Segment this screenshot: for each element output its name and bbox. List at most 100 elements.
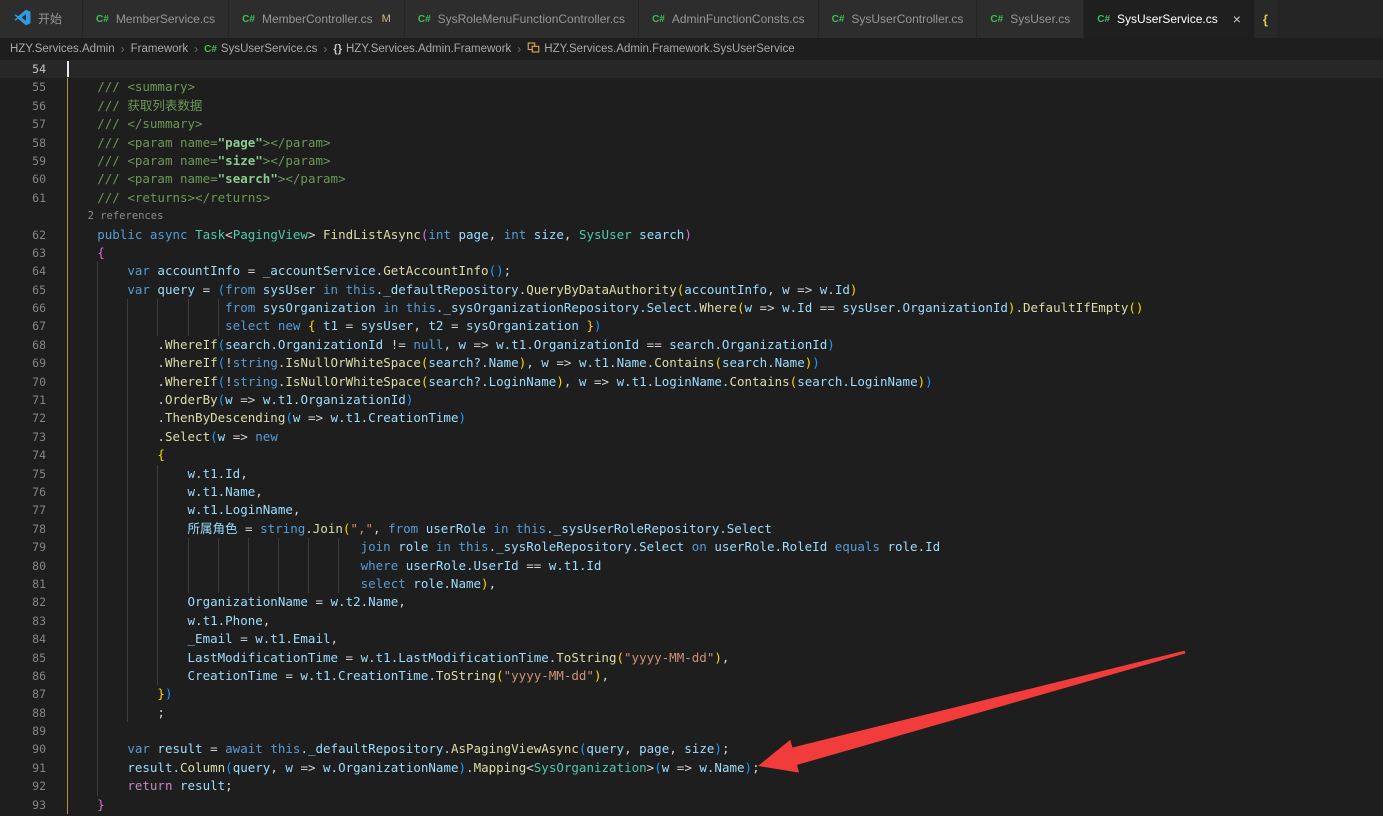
code-line[interactable]: 85 LastModificationTime = w.t1.LastModif… [0, 649, 1383, 667]
code-text: select new { t1 = sysUser, t2 = sysOrgan… [37, 317, 602, 335]
breadcrumb-item[interactable]: {}HZY.Services.Admin.Framework [333, 43, 511, 55]
code-line[interactable]: 55 /// <summary> [0, 78, 1383, 96]
tab-SysRoleMenuFunctionController.cs[interactable]: C#SysRoleMenuFunctionController.cs [405, 0, 639, 38]
code-text: var accountInfo = _accountService.GetAcc… [37, 262, 511, 280]
tab-MemberService.cs[interactable]: C# MemberService.cs [83, 0, 229, 38]
code-line[interactable]: 69 .WhereIf(!string.IsNullOrWhiteSpace(s… [0, 354, 1383, 372]
code-text: w.t1.LoginName, [37, 501, 300, 519]
code-text: .ThenByDescending(w => w.t1.CreationTime… [37, 409, 466, 427]
code-text: var result = await this._defaultReposito… [37, 740, 729, 758]
code-text: w.t1.Name, [37, 483, 263, 501]
breadcrumb-item[interactable]: HZY.Services.Admin [10, 43, 115, 55]
csharp-file-icon: C# [96, 14, 109, 25]
code-line[interactable]: 78 所属角色 = string.Join(",", from userRole… [0, 520, 1383, 538]
breadcrumb-item[interactable]: Framework [131, 43, 189, 55]
tab-MemberController.cs[interactable]: C#MemberController.csM [229, 0, 405, 38]
code-line[interactable]: 64 var accountInfo = _accountService.Get… [0, 262, 1383, 280]
code-line[interactable]: 61 /// <returns></returns> [0, 189, 1383, 207]
tab-SysUser.cs[interactable]: C# SysUser.cs [977, 0, 1084, 38]
code-text: LastModificationTime = w.t1.LastModifica… [37, 649, 729, 667]
tab-AdminFunctionConsts.cs[interactable]: C#AdminFunctionConsts.cs [639, 0, 819, 38]
code-line[interactable]: 63 { [0, 244, 1383, 262]
code-line[interactable]: 86 CreationTime = w.t1.CreationTime.ToSt… [0, 667, 1383, 685]
tab-label: MemberService.cs [116, 0, 215, 38]
code-text: }) [37, 685, 172, 703]
code-line[interactable]: 60 /// <param name="search"></param> [0, 170, 1383, 188]
window: 开始 C# MemberService.cs C#MemberController.c… [0, 0, 1383, 816]
code-text: 所属角色 = string.Join(",", from userRole in… [37, 520, 772, 538]
code-line[interactable]: 92 return result; [0, 777, 1383, 795]
csharp-file-icon: C# [832, 14, 845, 25]
code-line[interactable]: 77 w.t1.LoginName, [0, 501, 1383, 519]
code-line[interactable]: 70 .WhereIf(!string.IsNullOrWhiteSpace(s… [0, 373, 1383, 391]
code-text: /// <param name="page"></param> [37, 134, 331, 152]
code-line[interactable]: 58 /// <param name="page"></param> [0, 134, 1383, 152]
tab-开始[interactable]: 开始 [0, 0, 83, 38]
code-text: public async Task<PagingView> FindListAs… [37, 226, 692, 244]
code-line[interactable]: 83 w.t1.Phone, [0, 612, 1383, 630]
code-line[interactable]: 82 OrganizationName = w.t2.Name, [0, 593, 1383, 611]
code-line[interactable]: 81 select role.Name), [0, 575, 1383, 593]
code-line[interactable]: 88 ; [0, 704, 1383, 722]
code-line[interactable]: 90 var result = await this._defaultRepos… [0, 740, 1383, 758]
code-line[interactable]: 73 .Select(w => new [0, 428, 1383, 446]
code-text: } [37, 796, 105, 814]
code-line[interactable]: 66 from sysOrganization in this._sysOrga… [0, 299, 1383, 317]
breadcrumb-item[interactable]: C#SysUserService.cs [204, 43, 317, 55]
tab-label: SysUserService.cs [1117, 0, 1218, 38]
codelens-references[interactable]: 2 references [37, 207, 163, 225]
code-line[interactable]: 93 } [0, 796, 1383, 814]
code-line[interactable]: 54 [0, 60, 1383, 78]
breadcrumb-item[interactable]: HZY.Services.Admin.Framework.SysUserServ… [527, 41, 794, 57]
code-line[interactable]: 62 public async Task<PagingView> FindLis… [0, 226, 1383, 244]
code-text: return result; [37, 777, 233, 795]
tab-partial[interactable]: { [1255, 0, 1278, 38]
tab-bar: 开始 C# MemberService.cs C#MemberController.c… [0, 0, 1383, 38]
code-line[interactable]: 56 /// 获取列表数据 [0, 97, 1383, 115]
csharp-file-icon: C# [990, 14, 1003, 25]
tab-SysUserService.cs[interactable]: C#SysUserService.cs× [1084, 0, 1255, 38]
codelens-row[interactable]: 2 references [0, 207, 1383, 225]
code-line[interactable]: 74 { [0, 446, 1383, 464]
tab-label: SysUserController.cs [851, 0, 963, 38]
code-line[interactable]: 75 w.t1.Id, [0, 465, 1383, 483]
tab-close-icon[interactable]: × [1233, 11, 1241, 27]
code-line[interactable]: 68 .WhereIf(search.OrganizationId != nul… [0, 336, 1383, 354]
code-text: /// <param name="search"></param> [37, 170, 346, 188]
breadcrumb-label: HZY.Services.Admin.Framework [346, 43, 511, 55]
code-line[interactable]: 80 where userRole.UserId == w.t1.Id [0, 557, 1383, 575]
code-text: select role.Name), [37, 575, 496, 593]
code-line[interactable]: 57 /// </summary> [0, 115, 1383, 133]
code-text: .WhereIf(search.OrganizationId != null, … [37, 336, 835, 354]
code-text: .WhereIf(!string.IsNullOrWhiteSpace(sear… [37, 354, 820, 372]
code-line[interactable]: 76 w.t1.Name, [0, 483, 1383, 501]
code-line[interactable]: 87 }) [0, 685, 1383, 703]
code-line[interactable]: 71 .OrderBy(w => w.t1.OrganizationId) [0, 391, 1383, 409]
tab-label: SysUser.cs [1010, 0, 1070, 38]
code-text: ; [37, 704, 165, 722]
code-text: join role in this._sysRoleRepository.Sel… [37, 538, 940, 556]
code-text: w.t1.Id, [37, 465, 248, 483]
code-line[interactable]: 91 result.Column(query, w => w.Organizat… [0, 759, 1383, 777]
code-text: from sysOrganization in this._sysOrganiz… [37, 299, 1143, 317]
code-line[interactable]: 65 var query = (from sysUser in this._de… [0, 281, 1383, 299]
code-line[interactable]: 72 .ThenByDescending(w => w.t1.CreationT… [0, 409, 1383, 427]
code-line[interactable]: 84 _Email = w.t1.Email, [0, 630, 1383, 648]
code-line[interactable]: 67 select new { t1 = sysUser, t2 = sysOr… [0, 317, 1383, 335]
code-editor[interactable]: 5455 /// <summary>56 /// 获取列表数据57 /// </… [0, 60, 1383, 816]
class-symbol-icon [527, 41, 540, 57]
json-file-icon: { [1263, 12, 1268, 27]
code-line[interactable]: 59 /// <param name="size"></param> [0, 152, 1383, 170]
breadcrumb-label: HZY.Services.Admin.Framework.SysUserServ… [544, 43, 794, 55]
tab-SysUserController.cs[interactable]: C# SysUserController.cs [819, 0, 978, 38]
code-line[interactable]: 89 [0, 722, 1383, 740]
cursor-caret [67, 61, 69, 77]
tab-modified-badge: M [382, 13, 391, 25]
code-line[interactable]: 79 join role in this._sysRoleRepository.… [0, 538, 1383, 556]
code-text: /// <returns></returns> [37, 189, 270, 207]
code-text: CreationTime = w.t1.CreationTime.ToStrin… [37, 667, 609, 685]
breadcrumb-label: Framework [131, 43, 189, 55]
code-text: { [37, 244, 105, 262]
breadcrumb-separator: › [119, 42, 127, 56]
breadcrumb-label: SysUserService.cs [221, 43, 318, 55]
